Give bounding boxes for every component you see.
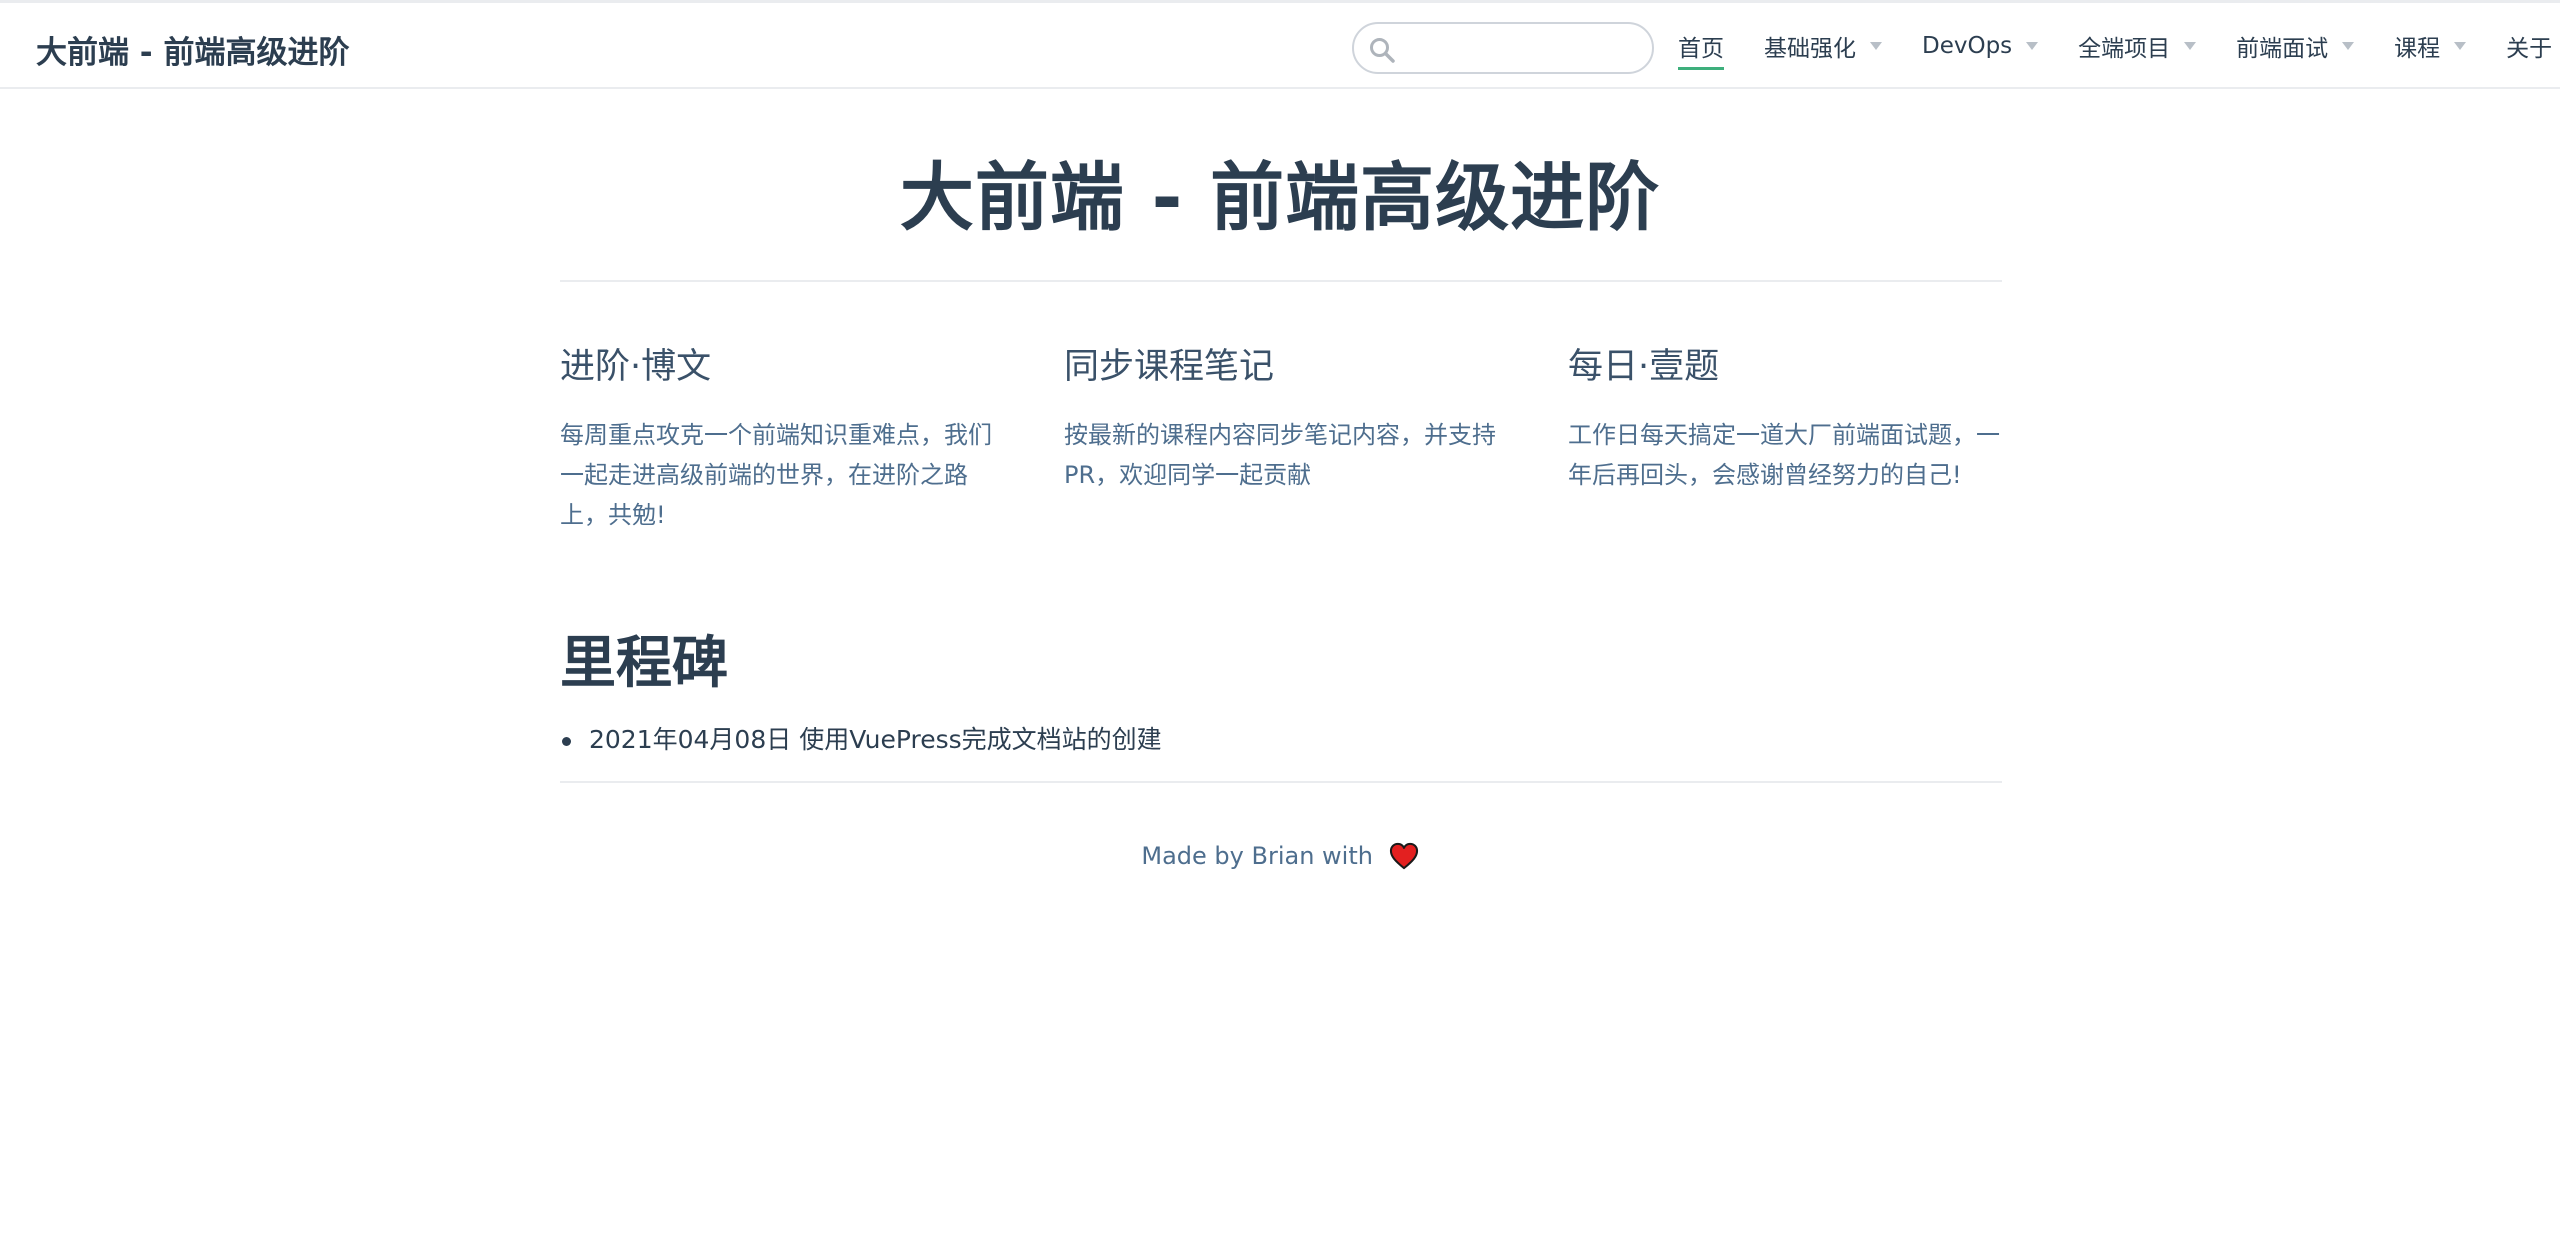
milestone-list: 2021年04月08日 使用VuePress完成文档站的创建 <box>560 720 1162 760</box>
feature-daily-question: 每日·壹题 工作日每天搞定一道大厂前端面试题，一年后再回头，会感谢曾经努力的自己… <box>1568 338 2006 495</box>
nav-item-home[interactable]: 首页 <box>1678 3 1724 89</box>
nav-item-label: 首页 <box>1678 29 1724 70</box>
search-icon <box>1370 38 1395 63</box>
caret-down-icon <box>2184 42 2197 50</box>
heart-icon <box>1389 842 1418 870</box>
site-title-link[interactable]: 大前端 - 前端高级进阶 <box>36 27 349 72</box>
caret-down-icon <box>2026 42 2039 50</box>
footer-divider <box>560 781 2002 783</box>
list-item: 2021年04月08日 使用VuePress完成文档站的创建 <box>560 720 1162 760</box>
nav-links: 首页 基础强化 DevOps 全端项目 前端面试 课程 关于 <box>1678 3 2560 89</box>
search-input[interactable] <box>1406 32 1642 66</box>
caret-down-icon <box>2454 42 2467 50</box>
hero-title: 大前端 - 前端高级进阶 <box>899 155 1661 241</box>
nav-item-fullstack-projects[interactable]: 全端项目 <box>2078 3 2197 89</box>
nav-item-interview[interactable]: 前端面试 <box>2236 3 2355 89</box>
footer-text: Made by Brian with <box>1141 842 1373 870</box>
feature-title: 同步课程笔记 <box>1064 347 1275 387</box>
feature-details: 工作日每天搞定一道大厂前端面试题，一年后再回头，会感谢曾经努力的自己! <box>1568 421 2000 489</box>
nav-item-label: 课程 <box>2394 36 2441 62</box>
caret-down-icon <box>1870 42 1882 50</box>
milestone-heading: 里程碑 <box>560 631 728 696</box>
search-box[interactable] <box>1352 22 1654 74</box>
nav-item-label: 基础强化 <box>1764 36 1856 62</box>
navbar: 大前端 - 前端高级进阶 首页 基础强化 DevOps 全端项目 前端面试 课程 <box>0 3 2560 89</box>
feature-blog: 进阶·博文 每周重点攻克一个前端知识重难点，我们一起走进高级前端的世界，在进阶之… <box>560 338 998 535</box>
feature-details: 每周重点攻克一个前端知识重难点，我们一起走进高级前端的世界，在进阶之路上，共勉! <box>560 421 992 529</box>
caret-down-icon <box>2342 42 2355 50</box>
nav-item-label: 关于 <box>2506 36 2553 62</box>
nav-item-label: 全端项目 <box>2078 36 2171 62</box>
nav-item-label: 前端面试 <box>2236 36 2329 62</box>
nav-item-about[interactable]: 关于 <box>2506 3 2560 89</box>
nav-item-label: DevOps <box>1922 33 2013 59</box>
footer: Made by Brian with <box>0 842 2560 870</box>
feature-title: 进阶·博文 <box>560 347 712 387</box>
feature-details: 按最新的课程内容同步笔记内容，并支持PR，欢迎同学一起贡献 <box>1064 421 1496 489</box>
feature-course-notes: 同步课程笔记 按最新的课程内容同步笔记内容，并支持PR，欢迎同学一起贡献 <box>1064 338 1502 495</box>
hero-divider <box>560 280 2002 282</box>
feature-title: 每日·壹题 <box>1568 347 1720 387</box>
nav-item-courses[interactable]: 课程 <box>2394 3 2467 89</box>
nav-item-devops[interactable]: DevOps <box>1922 3 2039 89</box>
nav-item-basics[interactable]: 基础强化 <box>1764 3 1882 89</box>
